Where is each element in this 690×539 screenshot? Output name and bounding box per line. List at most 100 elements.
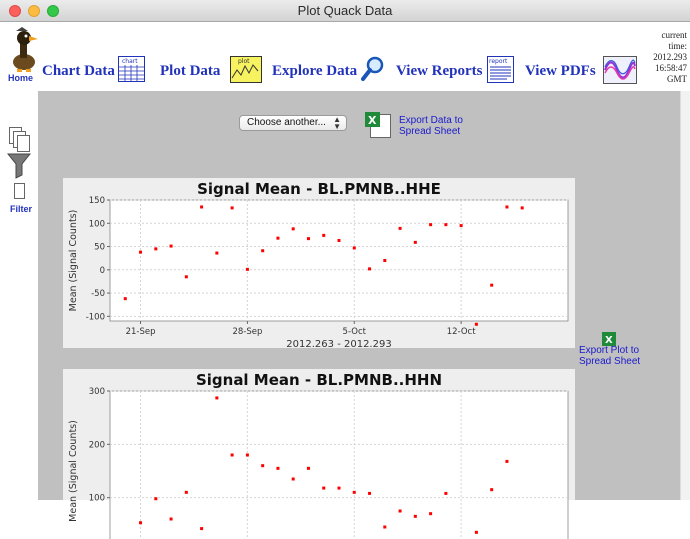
export-data-line2: Spread Sheet <box>399 126 461 137</box>
svg-text:chart: chart <box>122 58 138 65</box>
y-tick-label: 100 <box>89 494 105 504</box>
chart-hhe: Signal Mean - BL.PMNB..HHE Mean (Signal C… <box>68 180 569 348</box>
y-tick-label: 100 <box>89 219 105 229</box>
plot-icon[interactable]: plot <box>230 56 262 83</box>
explore-data-link[interactable]: Explore Data <box>272 63 357 80</box>
chart-panel-hhn: Signal Mean - BL.PMNB..HHN Mean (Signal C… <box>63 369 575 539</box>
y-axis-label: Mean (Signal Counts) <box>68 210 79 312</box>
data-point <box>429 512 433 516</box>
x-tick-label: 21-Sep <box>126 327 156 337</box>
data-point <box>139 250 143 254</box>
data-point <box>139 521 143 525</box>
data-point <box>444 491 448 495</box>
data-point <box>276 236 280 240</box>
data-point <box>169 244 173 248</box>
y-tick-label: 150 <box>89 196 105 206</box>
magnifier-icon[interactable] <box>361 56 385 82</box>
chart-title: Signal Mean - BL.PMNB..HHE <box>197 180 441 198</box>
home-link[interactable]: Home <box>8 73 33 83</box>
chart-title: Signal Mean - BL.PMNB..HHN <box>196 371 442 389</box>
data-point <box>245 453 249 457</box>
export-data-line1: Export Data to <box>399 115 463 126</box>
view-reports-link[interactable]: View Reports <box>396 63 483 80</box>
data-point <box>383 259 387 262</box>
data-point <box>398 509 402 513</box>
view-pdfs-link[interactable]: View PDFs <box>525 63 596 80</box>
data-point <box>230 453 234 457</box>
data-point <box>490 488 494 492</box>
data-point <box>261 464 265 468</box>
y-tick-label: 200 <box>89 440 105 450</box>
export-plot-line2: Spread Sheet <box>579 356 641 367</box>
select-arrows-icon: ▲ ▼ <box>333 115 341 131</box>
svg-text:X: X <box>368 114 377 127</box>
plot-area <box>109 199 569 322</box>
data-point <box>322 233 326 237</box>
plot-area <box>109 390 569 539</box>
window-title: Plot Quack Data <box>297 3 393 18</box>
data-point <box>444 223 448 227</box>
chart-icon[interactable]: chart <box>118 56 145 82</box>
y-tick-label: -100 <box>86 312 105 322</box>
x-tick-label: 28-Sep <box>232 327 262 337</box>
data-point <box>306 466 310 470</box>
data-point <box>368 491 372 495</box>
y-tick-label: -50 <box>91 289 105 299</box>
filter-link[interactable]: Filter <box>10 204 32 214</box>
data-point <box>398 226 402 230</box>
y-tick-label: 0 <box>100 266 105 276</box>
y-tick-label: 50 <box>94 243 105 253</box>
data-point <box>337 486 341 490</box>
plot-data-link[interactable]: Plot Data <box>160 63 220 80</box>
data-point <box>383 525 387 529</box>
data-point <box>245 267 249 271</box>
data-point <box>459 224 463 228</box>
filter-icon[interactable] <box>7 127 31 207</box>
svg-text:report: report <box>489 58 508 65</box>
clock-zone: GMT <box>667 74 687 84</box>
x-tick-label: 12-Oct <box>447 327 476 337</box>
choose-another-select[interactable]: Choose another... ▲ ▼ <box>239 115 347 131</box>
home-duck-icon[interactable] <box>8 26 38 72</box>
data-point <box>490 283 494 287</box>
data-point <box>276 466 280 470</box>
data-point <box>200 527 204 531</box>
data-point <box>474 322 478 326</box>
data-point <box>520 206 524 210</box>
data-point <box>291 477 295 481</box>
data-point <box>261 249 265 253</box>
data-point <box>322 486 326 490</box>
svg-text:plot: plot <box>238 58 250 65</box>
data-point <box>337 238 341 242</box>
data-point <box>352 246 356 250</box>
window-titlebar: Plot Quack Data <box>0 0 690 22</box>
spreadsheet-plot-icon[interactable]: X <box>602 332 616 346</box>
spreadsheet-export-icon[interactable]: X <box>364 111 396 139</box>
clock-time: 16:58:47 <box>654 63 687 73</box>
data-point <box>184 490 188 494</box>
data-point <box>154 247 158 251</box>
export-plot-link[interactable]: Export Plot to Spread Sheet <box>579 345 640 367</box>
data-point <box>413 240 417 244</box>
data-point <box>368 267 372 271</box>
data-point <box>169 517 173 521</box>
current-time-display: current time: 2012.293 16:58:47 GMT <box>653 30 687 85</box>
vertical-scrollbar[interactable] <box>680 91 690 500</box>
x-axis-caption: 2012.263 - 2012.293 <box>286 339 391 348</box>
pdf-wave-icon[interactable] <box>603 56 637 84</box>
data-point <box>215 251 219 255</box>
data-point <box>429 223 433 227</box>
data-point <box>413 514 417 518</box>
export-plot-line1: Export Plot to <box>579 345 640 356</box>
chart-data-link[interactable]: Chart Data <box>42 63 115 80</box>
clock-caption: current <box>661 30 687 40</box>
export-data-link[interactable]: Export Data to Spread Sheet <box>399 115 463 137</box>
data-point <box>184 275 188 279</box>
data-point <box>352 490 356 494</box>
x-tick-label: 5-Oct <box>343 327 367 337</box>
report-icon[interactable]: report <box>487 56 514 83</box>
y-tick-label: 300 <box>89 387 105 397</box>
left-sidebar: Filter <box>0 91 38 500</box>
clock-caption-2: time: <box>668 41 688 51</box>
data-point <box>230 206 234 210</box>
